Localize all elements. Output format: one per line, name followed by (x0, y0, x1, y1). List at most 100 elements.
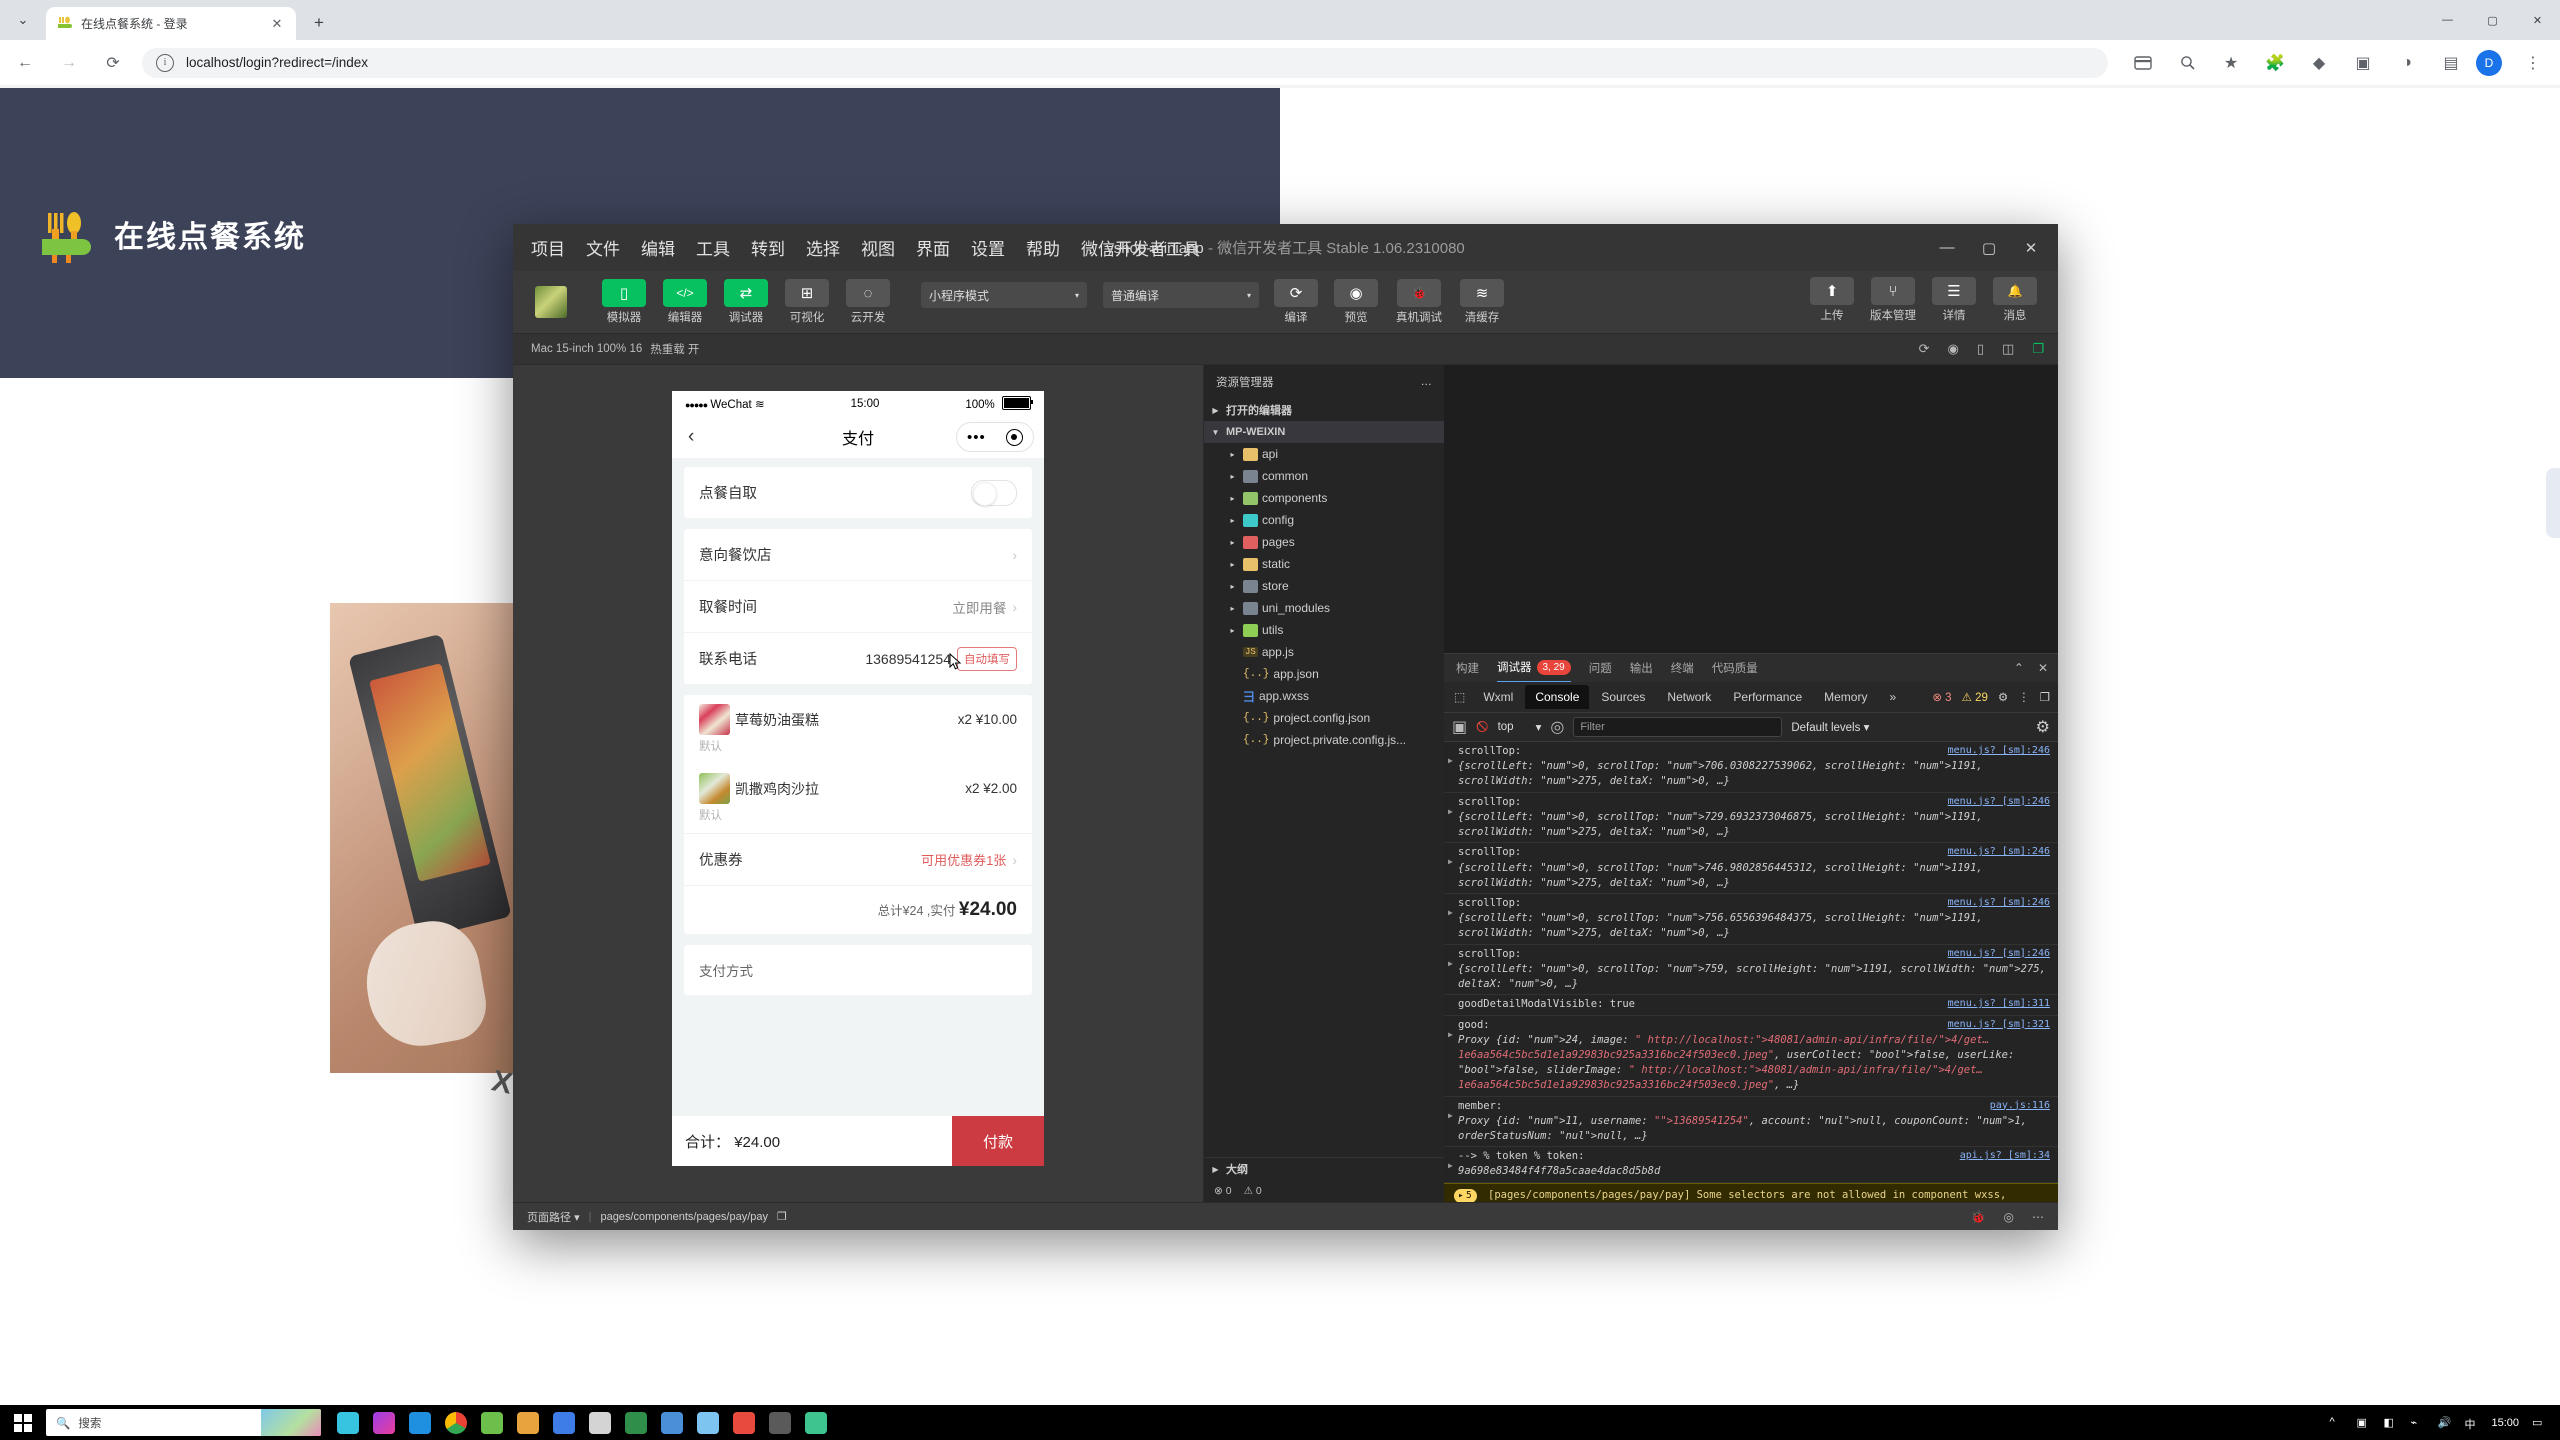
file-tree-item[interactable]: JS app.js (1204, 641, 1444, 663)
tab-close-icon[interactable]: ✕ (268, 15, 286, 33)
file-tree-item[interactable]: {..} project.config.json (1204, 707, 1444, 729)
self-pickup-toggle[interactable] (971, 479, 1017, 506)
console-line[interactable]: ▶ member: pay.js:116 Proxy {id: "num">11, u… (1444, 1097, 2058, 1148)
devtools-tab-memory[interactable]: Memory (1814, 685, 1877, 709)
extension-icon-4[interactable]: ▤ (2432, 44, 2470, 82)
dock-icon[interactable]: ❐ (2040, 690, 2050, 704)
file-tree-item[interactable]: ▸ config (1204, 509, 1444, 531)
pickup-time-row[interactable]: 取餐时间 立即用餐 › (684, 581, 1032, 633)
console-line[interactable]: goodDetailModalVisible: true menu.js? [sm… (1444, 995, 2058, 1016)
page-path-label[interactable]: 页面路径 ▾ (527, 1209, 580, 1225)
console-filter-input[interactable]: Filter (1573, 717, 1783, 737)
back-icon[interactable]: ← (6, 44, 44, 82)
expand-triangle-icon[interactable]: ▶ (1448, 958, 1453, 970)
close-circle-icon[interactable] (1005, 428, 1023, 446)
file-tree-item[interactable]: ▸ uni_modules (1204, 597, 1444, 619)
inspect-icon[interactable]: ⬚ (1448, 690, 1471, 704)
toolbar-button-version[interactable]: ⑂ 版本管理 (1866, 277, 1920, 323)
more-icon[interactable]: … (1421, 376, 1433, 388)
file-tree-item[interactable]: ▸ store (1204, 575, 1444, 597)
warning-count-item[interactable]: ⚠ 0 (1244, 1185, 1262, 1197)
menu-item-edit[interactable]: 编辑 (641, 235, 675, 260)
taskbar-clock[interactable]: 15:00 (2491, 1417, 2519, 1429)
chevron-right-icon[interactable]: ▸ (1226, 538, 1239, 547)
expand-triangle-icon[interactable]: ▶ (1448, 1029, 1453, 1041)
console-settings-gear-icon[interactable]: ⚙ (2036, 717, 2050, 737)
toolbar-button-clearcache[interactable]: ≋ 清缓存 (1455, 279, 1509, 325)
console-context-select[interactable]: top ▾ (1498, 720, 1542, 734)
goods-item[interactable]: 凯撒鸡肉沙拉 x2 ¥2.00 默认 (684, 764, 1032, 833)
collapse-icon[interactable]: ⌃ (2014, 661, 2024, 675)
reload-icon[interactable]: ⟳ (94, 44, 132, 82)
expand-triangle-icon[interactable]: ▶ (1448, 755, 1453, 767)
network-icon[interactable]: ⌁ (2410, 1416, 2424, 1430)
console-source-link[interactable]: api.js? [sm]:34 (1960, 1149, 2050, 1164)
tab-search-chevron-icon[interactable]: ⌄ (0, 0, 46, 40)
warning-indicator[interactable]: ⚠ 29 (1962, 690, 1988, 704)
file-tree-item[interactable]: {..} project.private.config.js... (1204, 729, 1444, 751)
console-warning[interactable]: 5 [pages/components/pages/pay/pay] Some s… (1444, 1182, 2058, 1202)
toolbar-button-visual[interactable]: ⊞ 可视化 (780, 279, 834, 325)
toolbar-button-cloud[interactable]: ◌ 云开发 (841, 279, 895, 325)
devtools-minimize-button[interactable]: — (1926, 224, 1968, 271)
browser-tab[interactable]: 在线点餐系统 - 登录 ✕ (46, 7, 296, 40)
split-icon[interactable]: ◫ (2002, 341, 2014, 357)
minimize-button[interactable]: — (2425, 4, 2470, 36)
extension-icon-1[interactable]: ◆ (2300, 44, 2338, 82)
menu-item-interface[interactable]: 界面 (916, 235, 950, 260)
menu-item-project[interactable]: 项目 (531, 235, 565, 260)
taskbar-app-2-icon[interactable] (373, 1411, 395, 1434)
refresh-icon[interactable]: ⟳ (1919, 341, 1930, 357)
taskbar-app-8-icon[interactable] (589, 1411, 611, 1434)
file-tree-item[interactable]: ▸ api (1204, 443, 1444, 465)
console-line[interactable]: ▶ scrollTop: menu.js? [sm]:246 {scrollLeft:… (1444, 793, 2058, 844)
chevron-right-icon[interactable]: ▸ (1226, 450, 1239, 459)
notification-icon[interactable]: ▭ (2532, 1416, 2546, 1430)
new-tab-button[interactable]: + (305, 9, 333, 37)
console-source-link[interactable]: menu.js? [sm]:246 (1948, 845, 2050, 860)
menu-item-file[interactable]: 文件 (586, 235, 620, 260)
panel-tab-codequality[interactable]: 代码质量 (1712, 654, 1758, 682)
tray-icon-1[interactable]: ▣ (2356, 1416, 2370, 1430)
error-indicator[interactable]: ⊗ 3 (1932, 690, 1951, 704)
error-count-item[interactable]: ⊗ 0 (1214, 1185, 1232, 1197)
start-button[interactable] (0, 1405, 46, 1440)
side-panel-handle[interactable] (2546, 468, 2560, 538)
store-row[interactable]: 意向餐饮店 › (684, 529, 1032, 581)
chevron-right-icon[interactable]: ▸ (1226, 582, 1239, 591)
panel-tab-build[interactable]: 构建 (1456, 654, 1479, 682)
expand-triangle-icon[interactable]: ▶ (1448, 1110, 1453, 1122)
ime-icon[interactable]: 中 (2464, 1416, 2478, 1431)
taskbar-app-13-icon[interactable] (769, 1411, 791, 1434)
toolbar-button-detail[interactable]: ☰ 详情 (1927, 277, 1981, 323)
panel-tab-problems[interactable]: 问题 (1589, 654, 1612, 682)
close-button[interactable]: ✕ (2515, 4, 2560, 36)
console-source-link[interactable]: menu.js? [sm]:246 (1948, 896, 2050, 911)
self-pickup-row[interactable]: 点餐自取 (684, 467, 1032, 518)
profile-avatar[interactable]: D (2476, 49, 2502, 76)
device-selector[interactable]: Mac 15-inch 100% 16 (531, 343, 642, 355)
chevron-right-icon[interactable]: ▶ (1209, 1165, 1222, 1174)
menu-item-help[interactable]: 帮助 (1026, 235, 1060, 260)
console-source-link[interactable]: menu.js? [sm]:246 (1948, 947, 2050, 962)
console-line[interactable]: ▶ scrollTop: menu.js? [sm]:246 {scrollLeft:… (1444, 843, 2058, 894)
copy-icon[interactable]: ❐ (2032, 341, 2044, 357)
console-source-link[interactable]: menu.js? [sm]:311 (1948, 997, 2050, 1012)
open-editors-section[interactable]: ▶ 打开的编辑器 (1204, 399, 1444, 421)
console-source-link[interactable]: menu.js? [sm]:321 (1948, 1018, 2050, 1033)
phone-icon[interactable]: ▯ (1977, 341, 1984, 357)
chevron-right-icon[interactable]: ▸ (1226, 516, 1239, 525)
extension-icon-2[interactable]: ▣ (2344, 44, 2382, 82)
menu-item-settings[interactable]: 设置 (971, 235, 1005, 260)
autofill-button[interactable]: 自动填写 (957, 646, 1017, 671)
chevron-right-icon[interactable]: ▶ (1209, 406, 1222, 415)
chrome-icon[interactable] (445, 1411, 467, 1434)
chevron-right-icon[interactable]: ▸ (1226, 472, 1239, 481)
panel-tab-debugger[interactable]: 调试器 3, 29 (1497, 653, 1571, 683)
project-avatar[interactable] (535, 286, 567, 318)
devtools-tab-wxml[interactable]: Wxml (1473, 685, 1523, 709)
taskbar-app-10-icon[interactable] (661, 1411, 683, 1434)
file-tree-item[interactable]: {..} app.json (1204, 663, 1444, 685)
file-tree-item[interactable]: ▸ utils (1204, 619, 1444, 641)
close-icon[interactable]: ✕ (2038, 661, 2048, 675)
